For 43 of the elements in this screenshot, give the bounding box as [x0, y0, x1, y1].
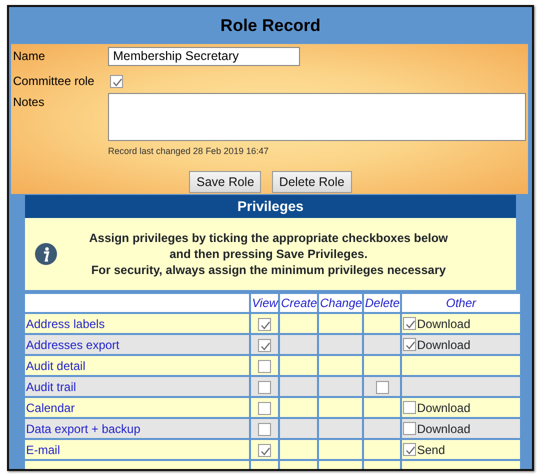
view-checkbox[interactable]: [258, 360, 271, 373]
other-checkbox[interactable]: [403, 338, 416, 352]
privilege-name: Calendar: [24, 397, 250, 418]
other-checkbox[interactable]: [403, 443, 416, 456]
view-checkbox[interactable]: [258, 402, 271, 415]
view-checkbox[interactable]: [258, 444, 271, 457]
field-label: Name: [13, 48, 46, 65]
other-checkbox[interactable]: [403, 317, 416, 330]
name-field[interactable]: Membership Secretary: [108, 47, 300, 66]
notes-field[interactable]: [108, 93, 526, 141]
info-text: Assign privileges by ticking the appropriate checkboxes below and then pressing Save Privileges. For security, always assign the minimum privileges necessary: [88, 230, 449, 278]
option-label: Download: [417, 338, 470, 352]
privilege-name: Audit trail: [24, 376, 250, 397]
privilege-name: E-mail: [24, 439, 250, 460]
field-label: Notes: [13, 94, 46, 111]
column-header: View: [250, 293, 279, 313]
privilege-name: Address labels: [24, 313, 250, 334]
column-header: Other: [401, 293, 521, 313]
column-header: Create: [279, 293, 318, 313]
option-label: Download: [417, 400, 470, 415]
view-checkbox[interactable]: [258, 318, 271, 331]
view-checkbox[interactable]: [258, 422, 271, 436]
action-button[interactable]: Save Role: [189, 170, 262, 194]
view-checkbox[interactable]: [258, 380, 271, 394]
checkbox[interactable]: [110, 75, 123, 88]
action-button[interactable]: Delete Role: [272, 170, 352, 194]
last-changed-text: Record last changed 28 Feb 2019 16:47: [108, 145, 270, 158]
option-label: Send: [417, 442, 446, 457]
delete-checkbox[interactable]: [376, 380, 388, 394]
privilege-name: Addresses export: [24, 334, 250, 355]
option-label: Download: [417, 422, 470, 436]
other-checkbox[interactable]: [403, 401, 416, 414]
window-title: Role Record: [220, 14, 321, 37]
section-title: Privileges: [25, 195, 516, 218]
column-header: Change: [318, 293, 363, 313]
view-checkbox[interactable]: [258, 338, 271, 352]
info-icon: [35, 243, 57, 265]
option-label: Download: [417, 316, 470, 331]
privilege-name: Audit detail: [24, 355, 250, 376]
other-checkbox[interactable]: [403, 422, 416, 436]
privilege-name: Data export + backup: [24, 418, 250, 439]
column-header: Delete: [363, 293, 401, 313]
field-label: Committee role: [13, 73, 96, 90]
